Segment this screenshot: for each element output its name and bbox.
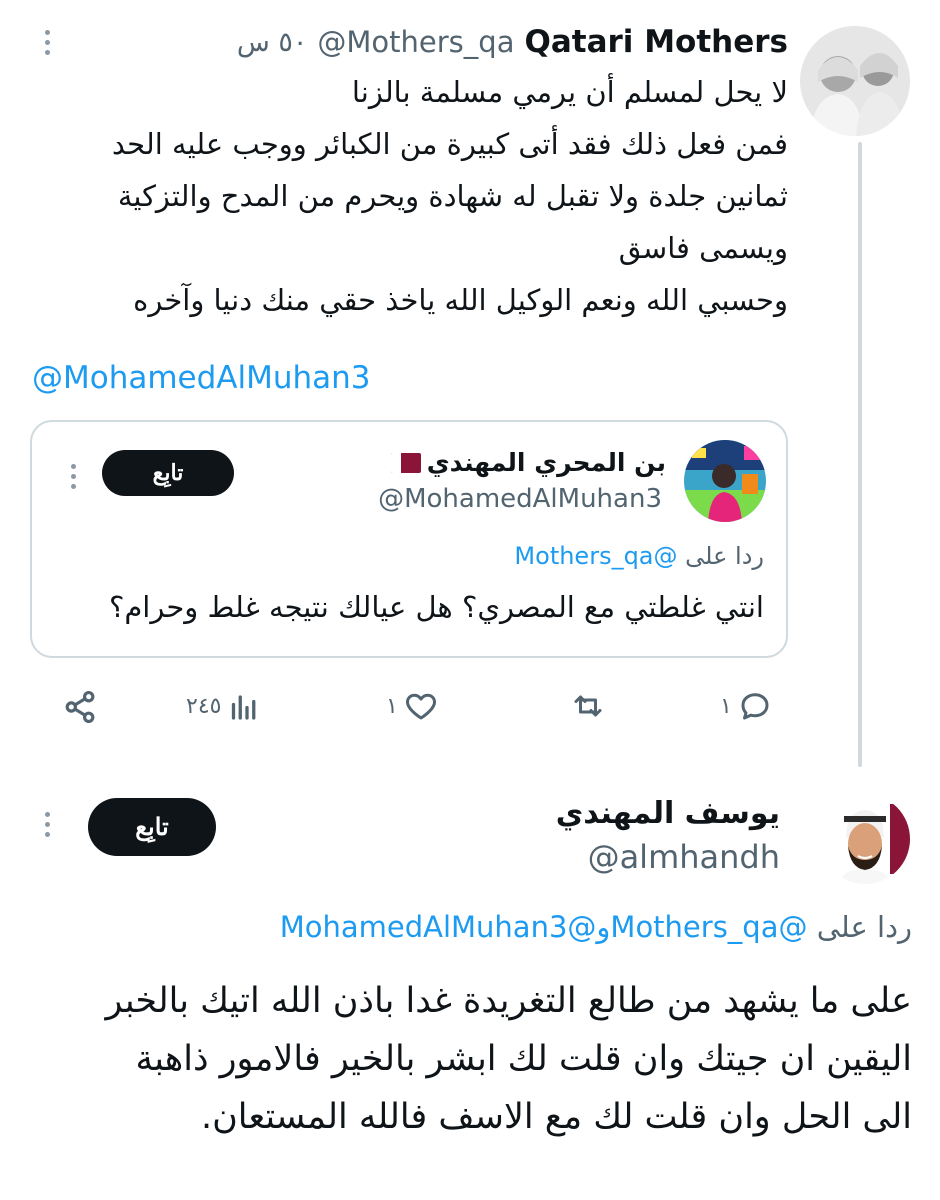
tweet1-line: ويسمى فاسق	[618, 231, 788, 265]
tweet1-author-name[interactable]: Qatari Mothers	[524, 24, 788, 60]
tweet1-header: ٥٠ س @Mothers_qa Qatari Mothers	[237, 22, 788, 62]
tweet1-line: فمن فعل ذلك فقد أتى كبيرة من الكبائر ووج…	[111, 127, 788, 161]
tweet2-line: اليقين ان جيتك وان قلت لك ابشر بالخير فا…	[135, 1039, 912, 1079]
quoted-tweet-text: انتي غلطتي مع المصري؟ هل عيالك نتيجه غلط…	[108, 590, 764, 624]
quoted-author-handle[interactable]: @MohamedAlMuhan3	[378, 484, 662, 514]
retweet-icon	[574, 695, 602, 717]
analytics-icon	[232, 695, 256, 720]
tweet1-timestamp[interactable]: ٥٠ س	[237, 27, 308, 58]
quoted-reply-prefix: ردا على	[685, 542, 764, 570]
share-button[interactable]	[60, 688, 100, 726]
reply-count: ١	[720, 693, 732, 719]
tweet2-reply-joiner: و	[596, 910, 611, 944]
quoted-reply-mention[interactable]: @Mothers_qa	[514, 542, 677, 570]
almhandh-avatar[interactable]	[820, 794, 910, 884]
tweet2-line: على ما يشهد من طالع التغريدة غدا باذن ال…	[105, 981, 912, 1021]
tweet2-author-handle[interactable]: @almhandh	[588, 838, 780, 876]
quoted-more-options-icon[interactable]	[68, 464, 78, 489]
thread-connector-line	[858, 142, 862, 767]
like-button[interactable]: ١	[386, 688, 440, 724]
reply-button[interactable]: ١	[720, 688, 774, 724]
tweet1-mention-link[interactable]: @MohamedAlMuhan3	[32, 360, 371, 396]
tweet2-follow-button[interactable]: تابِع	[88, 798, 216, 856]
share-icon	[65, 691, 95, 723]
tweet2-author-name[interactable]: يوسف المهندي	[556, 796, 780, 831]
tweet2-text: على ما يشهد من طالع التغريدة غدا باذن ال…	[22, 972, 912, 1146]
qatari-mothers-avatar[interactable]	[800, 26, 910, 136]
qatar-flag-icon	[390, 452, 421, 473]
quoted-tweet-card[interactable]: بن المحري المهندي @MohamedAlMuhan3 تابِع…	[30, 420, 788, 658]
like-count: ١	[386, 693, 398, 719]
heart-icon	[405, 693, 436, 720]
quoted-author-avatar[interactable]	[684, 440, 766, 522]
quoted-author-name[interactable]: بن المحري المهندي	[427, 448, 666, 477]
tweet1-line: ثمانين جلدة ولا تقبل له شهادة ويحرم من ا…	[117, 179, 788, 213]
tweet1-line: لا يحل لمسلم أن يرمي مسلمة بالزنا	[351, 75, 788, 109]
quoted-replying-to: ردا على @Mothers_qa	[514, 542, 764, 570]
reply-icon	[741, 693, 769, 720]
tweet2-line: الى الحل وان قلت لك مع الاسف فالله المست…	[200, 1097, 912, 1137]
tweet2-more-options-icon[interactable]	[42, 812, 52, 837]
tweet1-action-bar: ١ ١ ٢٤٥	[0, 684, 940, 734]
tweet1-text: لا يحل لمسلم أن يرمي مسلمة بالزنا فمن فع…	[68, 66, 788, 326]
tweet2-replying-to: ردا على @Mothers_qaو@MohamedAlMuhan3	[280, 910, 912, 944]
tweet1-line: وحسبي الله ونعم الوكيل الله ياخذ حقي منك…	[133, 283, 788, 317]
quoted-follow-button[interactable]: تابِع	[102, 450, 234, 496]
views-count: ٢٤٥	[186, 693, 222, 719]
tweet1-more-options-icon[interactable]	[42, 30, 52, 55]
tweet1-author-handle[interactable]: @Mothers_qa	[317, 25, 514, 59]
quoted-author-name-row[interactable]: بن المحري المهندي	[390, 448, 666, 477]
retweet-button[interactable]	[568, 688, 608, 724]
tweet2-reply-prefix: ردا على	[816, 910, 912, 944]
views-button[interactable]: ٢٤٥	[186, 688, 263, 724]
tweet2-reply-mention-2[interactable]: @MohamedAlMuhan3	[280, 910, 597, 944]
tweet2-reply-mention-1[interactable]: @Mothers_qa	[610, 910, 807, 944]
